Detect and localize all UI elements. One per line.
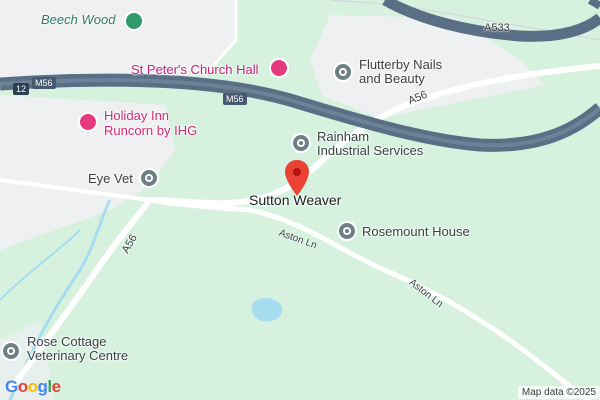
map-canvas[interactable]: Beech Wood St Peter's Church Hall Flutte… bbox=[0, 0, 600, 400]
holiday-inn-label[interactable]: Holiday Inn Runcorn by IHG bbox=[104, 108, 197, 138]
motorway-shield-m56-left: M56 bbox=[32, 77, 56, 89]
rosemount-label[interactable]: Rosemount House bbox=[362, 224, 470, 239]
motorway-edge-right bbox=[587, 0, 600, 10]
google-logo: Google bbox=[5, 377, 61, 396]
eye-vet-pin-icon[interactable] bbox=[139, 168, 159, 188]
rainham-pin-icon[interactable] bbox=[291, 133, 311, 153]
sutton-weaver-label[interactable]: Sutton Weaver bbox=[249, 192, 341, 208]
hotel-pin-icon[interactable] bbox=[78, 112, 98, 132]
church-pin-icon[interactable] bbox=[269, 58, 289, 78]
junction-badge: 12 bbox=[13, 83, 30, 95]
rosemount-pin-icon[interactable] bbox=[337, 221, 357, 241]
rose-cottage-label[interactable]: Rose Cottage Veterinary Centre bbox=[27, 335, 128, 363]
eye-vet-label[interactable]: Eye Vet bbox=[88, 171, 133, 186]
attribution[interactable]: Map data ©2025 bbox=[517, 386, 600, 399]
a533-label: A533 bbox=[484, 22, 510, 34]
location-marker-icon[interactable] bbox=[285, 160, 309, 196]
flutterby-label[interactable]: Flutterby Nails and Beauty bbox=[359, 58, 442, 86]
park-pin-icon[interactable] bbox=[124, 11, 144, 31]
beech-wood-label[interactable]: Beech Wood bbox=[41, 12, 115, 27]
pond bbox=[251, 298, 283, 322]
rose-cottage-pin-icon[interactable] bbox=[1, 341, 21, 361]
flutterby-pin-icon[interactable] bbox=[333, 62, 353, 82]
motorway-shield-m56-center: M56 bbox=[223, 93, 247, 105]
st-peters-label[interactable]: St Peter's Church Hall bbox=[131, 62, 258, 77]
rainham-label[interactable]: Rainham Industrial Services bbox=[317, 130, 423, 158]
